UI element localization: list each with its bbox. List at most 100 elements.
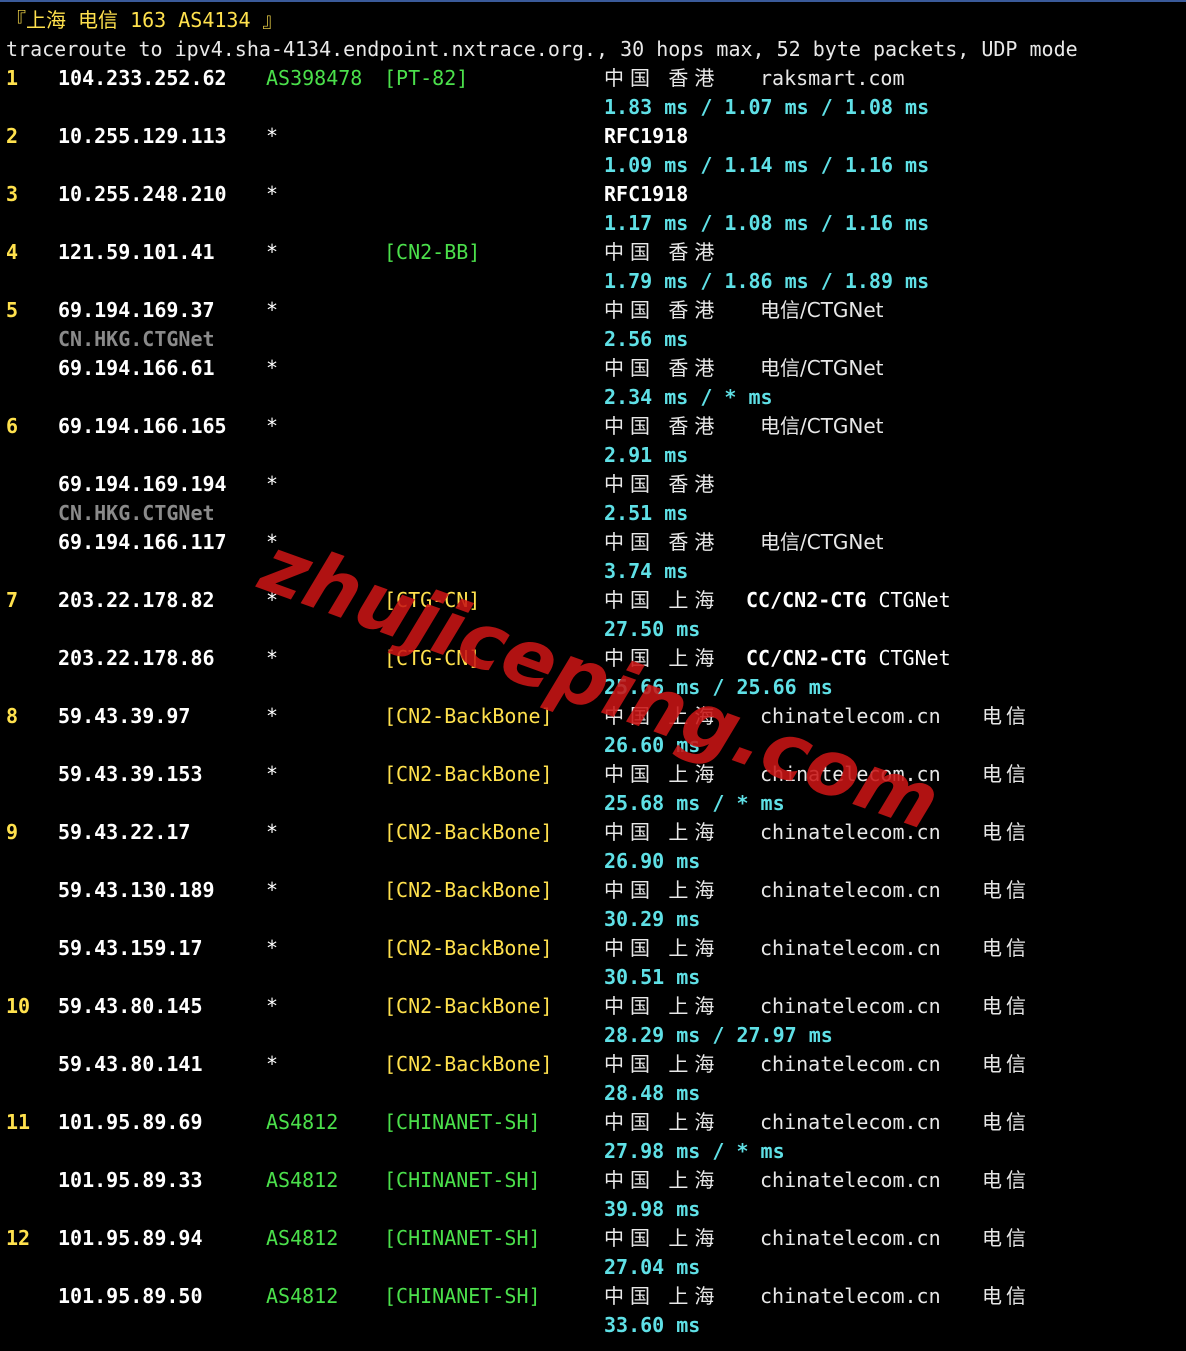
hop-isp: 电信 bbox=[982, 762, 1030, 786]
hop-isp: 电信 bbox=[982, 936, 1030, 960]
hop-number: 7 bbox=[6, 588, 19, 612]
hop-ptr: CN.HKG.CTGNet bbox=[58, 327, 215, 351]
hop-tag: [CN2-BackBone] bbox=[384, 1052, 553, 1076]
hop-ip: 104.233.252.62 bbox=[58, 66, 227, 90]
hop-org: chinatelecom.cn bbox=[760, 878, 941, 902]
hop-number: 4 bbox=[6, 240, 19, 264]
traceroute-command: traceroute to ipv4.sha-4134.endpoint.nxt… bbox=[6, 37, 1078, 61]
hop-org: raksmart.com bbox=[760, 66, 905, 90]
hop-ip: 69.194.166.61 bbox=[58, 356, 215, 380]
hop-rtt: 1.79 ms / 1.86 ms / 1.89 ms bbox=[604, 269, 930, 293]
hop-org: CC/CN2-CTG CTGNet bbox=[746, 588, 951, 612]
hop-geo: 中国 上海 bbox=[604, 936, 721, 960]
hop-ip: 10.255.248.210 bbox=[58, 182, 227, 206]
hop-rtt: 27.98 ms / * ms bbox=[604, 1139, 785, 1163]
hop-ip: 203.22.178.86 bbox=[58, 646, 215, 670]
hop-ip: 59.43.130.189 bbox=[58, 878, 215, 902]
hop-rtt: 3.74 ms bbox=[604, 559, 689, 583]
hop-geo: 中国 上海 bbox=[604, 1168, 721, 1192]
hop-geo: 中国 香港 bbox=[604, 414, 721, 438]
hop-asn: * bbox=[266, 414, 279, 438]
hop-ip: 59.43.39.153 bbox=[58, 762, 203, 786]
hop-isp: 电信 bbox=[982, 994, 1030, 1018]
hop-asn: AS4812 bbox=[266, 1284, 339, 1308]
window-top-border bbox=[0, 0, 1186, 2]
hop-tag: [CN2-BackBone] bbox=[384, 936, 553, 960]
hop-number: 3 bbox=[6, 182, 19, 206]
hop-rtt: 33.60 ms bbox=[604, 1313, 701, 1337]
hop-asn: * bbox=[266, 240, 279, 264]
hop-ip: 101.95.89.50 bbox=[58, 1284, 203, 1308]
hop-asn: * bbox=[266, 530, 279, 554]
hop-geo: 中国 香港 bbox=[604, 356, 721, 380]
hop-org: chinatelecom.cn bbox=[760, 762, 941, 786]
hop-org: chinatelecom.cn bbox=[760, 1110, 941, 1134]
hop-asn: * bbox=[266, 1052, 279, 1076]
hop-geo: 中国 上海 bbox=[604, 878, 721, 902]
watermark: zhujiceping.com bbox=[249, 520, 951, 849]
hop-geo: 中国 香港 bbox=[604, 298, 721, 322]
hop-tag: [CHINANET-SH] bbox=[384, 1226, 541, 1250]
hop-asn: * bbox=[266, 994, 279, 1018]
hop-tag: [CN2-BackBone] bbox=[384, 878, 553, 902]
hop-geo: 中国 上海 bbox=[604, 646, 721, 670]
hop-number: 2 bbox=[6, 124, 19, 148]
hop-isp: 电信 bbox=[982, 1168, 1030, 1192]
hop-asn: * bbox=[266, 298, 279, 322]
hop-rtt: 30.29 ms bbox=[604, 907, 701, 931]
hop-geo: 中国 上海 bbox=[604, 1110, 721, 1134]
hop-geo: 中国 上海 bbox=[604, 762, 721, 786]
hop-ip: 69.194.169.194 bbox=[58, 472, 227, 496]
hop-rtt: 28.29 ms / 27.97 ms bbox=[604, 1023, 833, 1047]
hop-asn: AS4812 bbox=[266, 1168, 339, 1192]
hop-rtt: 27.04 ms bbox=[604, 1255, 701, 1279]
hop-geo: 中国 香港 bbox=[604, 240, 721, 264]
hop-geo: 中国 香港 bbox=[604, 530, 721, 554]
hop-asn: * bbox=[266, 936, 279, 960]
hop-tag: [PT-82] bbox=[384, 66, 469, 90]
hop-asn: AS398478 bbox=[266, 66, 363, 90]
hop-number: 1 bbox=[6, 66, 19, 90]
hop-org: CC/CN2-CTG CTGNet bbox=[746, 646, 951, 670]
hop-rtt: 39.98 ms bbox=[604, 1197, 701, 1221]
hop-org: chinatelecom.cn bbox=[760, 1168, 941, 1192]
hop-org: chinatelecom.cn bbox=[760, 1284, 941, 1308]
hop-number: 10 bbox=[6, 994, 31, 1018]
hop-isp: 电信 bbox=[982, 1284, 1030, 1308]
hop-rtt: 26.90 ms bbox=[604, 849, 701, 873]
hop-org: chinatelecom.cn bbox=[760, 936, 941, 960]
hop-org: chinatelecom.cn bbox=[760, 1052, 941, 1076]
hop-ip: 69.194.166.165 bbox=[58, 414, 227, 438]
hop-ip: 121.59.101.41 bbox=[58, 240, 215, 264]
hop-tag: [CTG-CN] bbox=[384, 588, 481, 612]
hop-tag: [CN2-BackBone] bbox=[384, 704, 553, 728]
hop-asn: * bbox=[266, 704, 279, 728]
hop-asn: * bbox=[266, 646, 279, 670]
hop-org: 电信/CTGNet bbox=[760, 298, 884, 322]
hop-tag: [CHINANET-SH] bbox=[384, 1284, 541, 1308]
hop-rtt: 2.51 ms bbox=[604, 501, 689, 525]
hop-ptr: CN.HKG.CTGNet bbox=[58, 501, 215, 525]
hop-geo: 中国 上海 bbox=[604, 1226, 721, 1250]
hop-isp: 电信 bbox=[982, 1052, 1030, 1076]
hop-asn: * bbox=[266, 124, 279, 148]
header-command-line: traceroute to ipv4.sha-4134.endpoint.nxt… bbox=[0, 35, 1078, 64]
hop-ip: 101.95.89.69 bbox=[58, 1110, 203, 1134]
hop-asn: AS4812 bbox=[266, 1110, 339, 1134]
hop-asn: * bbox=[266, 472, 279, 496]
hop-org: 电信/CTGNet bbox=[760, 414, 884, 438]
hop-rtt: 25.66 ms / 25.66 ms bbox=[604, 675, 833, 699]
trace-title: 『上海 电信 163 AS4134 』 bbox=[6, 8, 283, 32]
hop-tag: [CN2-BackBone] bbox=[384, 994, 553, 1018]
hop-isp: 电信 bbox=[982, 878, 1030, 902]
hop-isp: 电信 bbox=[982, 704, 1030, 728]
hop-geo: 中国 上海 bbox=[604, 704, 721, 728]
hop-ip: 69.194.169.37 bbox=[58, 298, 215, 322]
hop-geo: 中国 上海 bbox=[604, 820, 721, 844]
hop-geo: 中国 香港 bbox=[604, 472, 721, 496]
hop-geo: 中国 上海 bbox=[604, 1052, 721, 1076]
hop-rtt: 27.50 ms bbox=[604, 617, 701, 641]
hop-org: 电信/CTGNet bbox=[760, 530, 884, 554]
hop-ip: 59.43.39.97 bbox=[58, 704, 191, 728]
hop-ip: 69.194.166.117 bbox=[58, 530, 227, 554]
